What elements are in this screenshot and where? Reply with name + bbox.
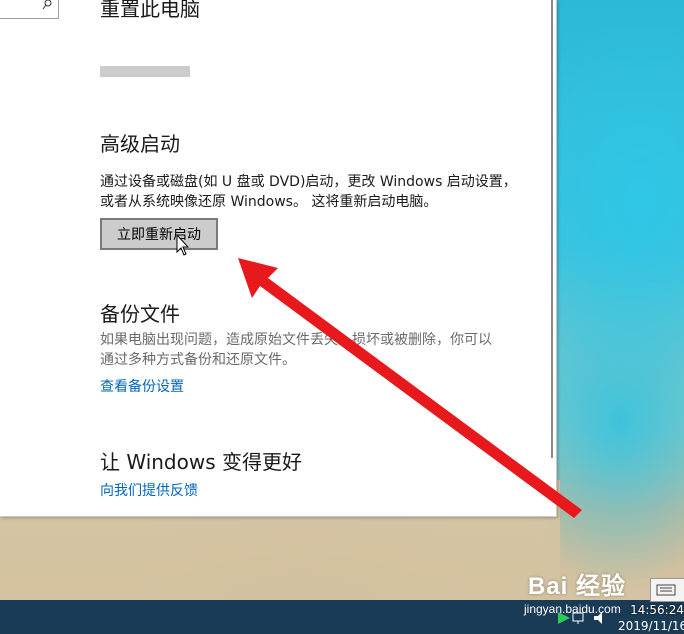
advanced-startup-description-line1: 通过设备或磁盘(如 U 盘或 DVD)启动，更改 Windows 启动设置，	[100, 174, 517, 190]
mouse-cursor-icon	[176, 234, 190, 256]
loading-placeholder	[100, 66, 190, 77]
advanced-startup-description-line2: 或者从系统映像还原 Windows。 这将重新启动电脑。	[100, 194, 438, 210]
settings-window: 重置此电脑 高级启动 通过设备或磁盘(如 U 盘或 DVD)启动，更改 Wind…	[0, 0, 557, 517]
baidu-watermark-logo: Bai 经验	[528, 573, 627, 600]
clock-time: 14:56:24	[630, 603, 684, 617]
advanced-startup-title: 高级启动	[100, 132, 180, 156]
search-icon	[42, 0, 52, 10]
keyboard-icon[interactable]	[650, 578, 684, 602]
backup-description-line1: 如果电脑出现问题，造成原始文件丢失、损坏或被删除，你可以	[100, 332, 492, 348]
system-clock[interactable]: 14:56:24 2019/11/16	[618, 602, 684, 634]
search-input[interactable]	[0, 0, 59, 19]
give-feedback-link[interactable]: 向我们提供反馈	[100, 480, 198, 500]
view-backup-settings-link[interactable]: 查看备份设置	[100, 376, 184, 396]
clock-date: 2019/11/16	[618, 619, 684, 633]
make-windows-better-title: 让 Windows 变得更好	[100, 450, 302, 474]
restart-now-button[interactable]: 立即重新启动	[100, 218, 218, 250]
scrollbar[interactable]	[551, 0, 553, 458]
baidu-watermark-url: jingyan.baidu.com	[524, 602, 621, 616]
reset-pc-heading: 重置此电脑	[100, 0, 200, 21]
backup-description-line2: 通过多种方式备份和还原文件。	[100, 352, 296, 368]
backup-title: 备份文件	[100, 302, 180, 326]
